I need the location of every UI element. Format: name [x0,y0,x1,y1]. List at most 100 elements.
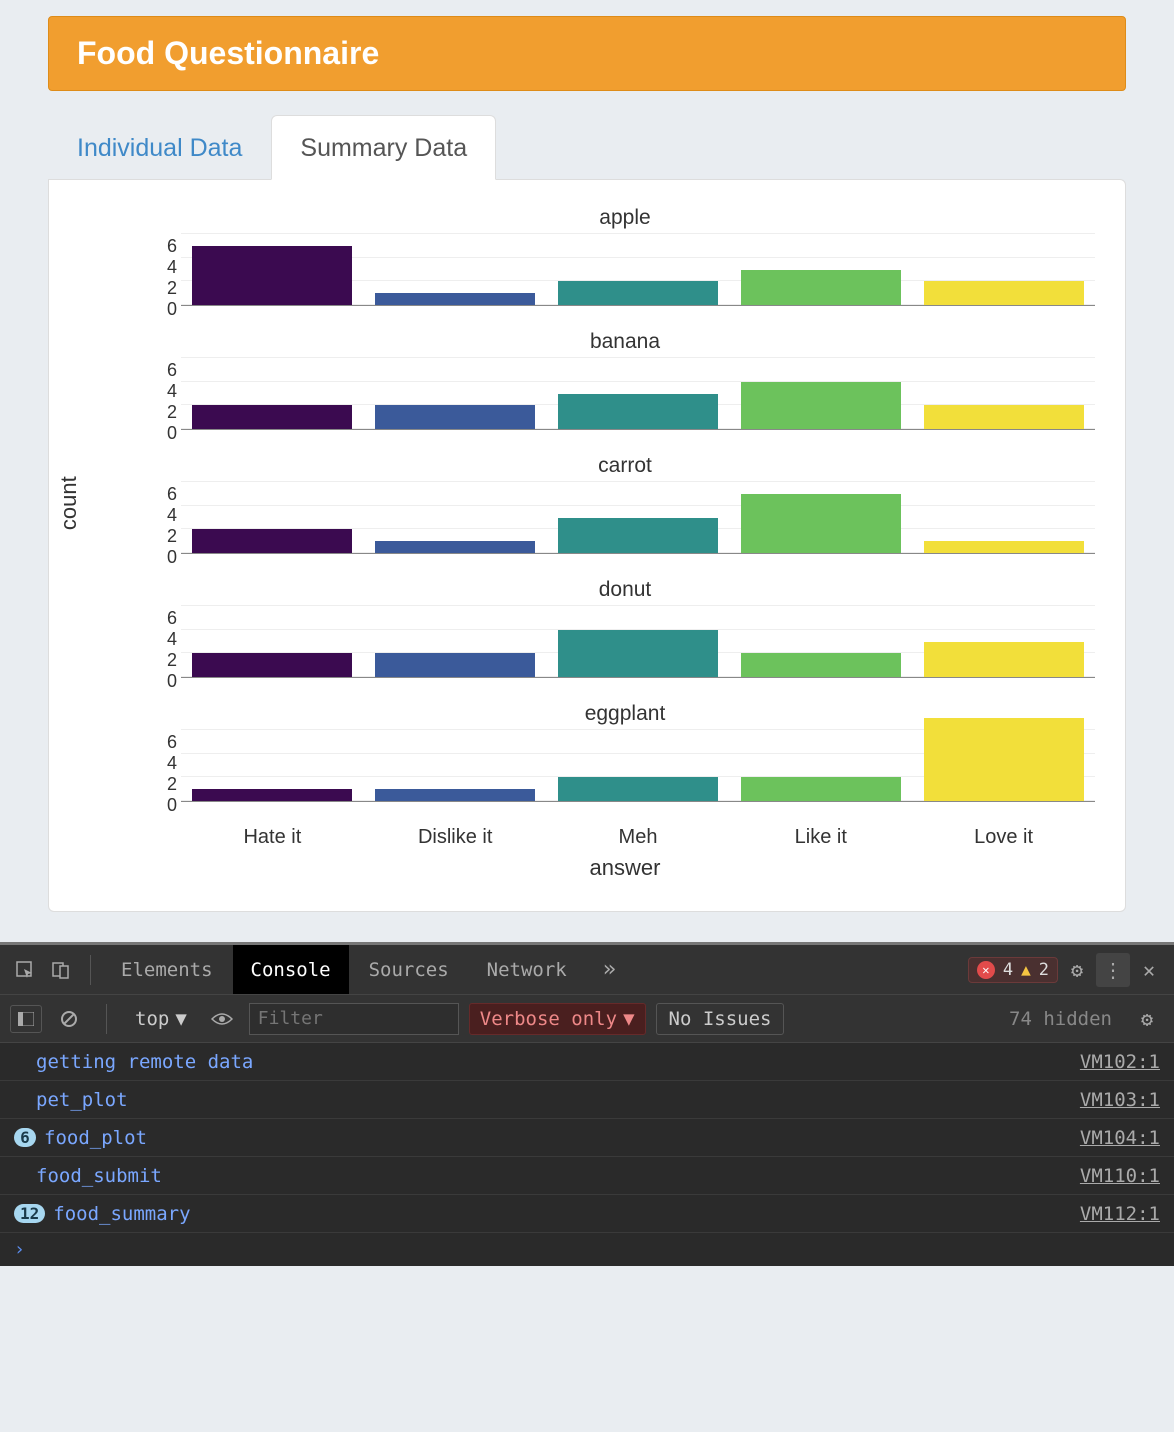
chart-facet: eggplant6420 [155,702,1095,818]
divider [106,1004,107,1034]
devtools-tab-elements[interactable]: Elements [103,945,231,994]
log-message: food_submit [36,1165,162,1187]
gear-icon[interactable]: ⚙ [1060,953,1094,987]
log-message: getting remote data [36,1051,253,1073]
repeat-count-badge: 6 [14,1128,36,1147]
bar [924,718,1084,801]
log-level-selector[interactable]: Verbose only▼ [469,1003,646,1035]
sidebar-toggle-icon[interactable] [10,1005,42,1033]
bar [924,405,1084,429]
plot-area [181,482,1095,554]
error-icon: ✕ [977,961,995,979]
console-row[interactable]: getting remote data VM102:1 [0,1043,1174,1081]
chart-facet: apple 6420 [155,206,1095,322]
inspect-icon[interactable] [8,953,42,987]
bar [375,405,535,429]
tab-label: Summary Data [300,134,467,162]
source-link[interactable]: VM110:1 [1080,1165,1160,1187]
log-message: food_plot [44,1127,147,1149]
x-tick: Love it [912,826,1095,849]
x-tick: Dislike it [364,826,547,849]
bar [741,270,901,306]
filter-input[interactable] [249,1003,459,1035]
tab-panel-summary: count apple 6420 banana 6420 carrot 6420 donut… [48,179,1126,912]
more-tabs-icon[interactable]: » [587,957,632,982]
context-selector[interactable]: top▼ [127,1005,195,1033]
facet-title: donut [155,578,1095,602]
x-tick: Meh [547,826,730,849]
y-ticks: 6420 [155,234,181,322]
source-link[interactable]: VM112:1 [1080,1203,1160,1225]
plot-area [181,730,1095,802]
bar [558,281,718,305]
bar [741,382,901,429]
console-row[interactable]: 6 food_plot VM104:1 [0,1119,1174,1157]
x-axis: Hate itDislike itMehLike itLove it [181,826,1095,849]
gear-icon[interactable]: ⚙ [1130,1002,1164,1036]
issues-button[interactable]: No Issues [656,1003,785,1035]
error-count: 4 [1003,960,1013,980]
tab-summary-data[interactable]: Summary Data [271,115,496,180]
console-toolbar: top▼ Verbose only▼ No Issues 74 hidden ⚙ [0,995,1174,1043]
bar [192,789,352,801]
clear-console-icon[interactable] [52,1002,86,1036]
bar [192,653,352,677]
facet-title: carrot [155,454,1095,478]
warning-count: 2 [1039,960,1049,980]
x-axis-label: answer [155,855,1095,881]
warning-icon: ▲ [1021,960,1031,979]
bar [558,518,718,554]
bar [375,789,535,801]
bar [558,777,718,801]
chart-facet: banana 6420 [155,330,1095,446]
hidden-count[interactable]: 74 hidden [1001,1008,1120,1030]
log-message: food_summary [53,1203,190,1225]
bar [192,529,352,553]
page-title-banner: Food Questionnaire [48,16,1126,91]
source-link[interactable]: VM102:1 [1080,1051,1160,1073]
devtools-panel: Elements Console Sources Network » ✕ 4 ▲ 2… [0,942,1174,1266]
console-row[interactable]: food_submit VM110:1 [0,1157,1174,1195]
bar [924,642,1084,678]
devtools-tab-console[interactable]: Console [233,945,349,994]
y-axis-label: count [56,476,82,530]
bar [924,541,1084,553]
tab-individual-data[interactable]: Individual Data [48,115,271,180]
devtools-tab-sources[interactable]: Sources [351,945,467,994]
bar [741,777,901,801]
chevron-down-icon: ▼ [175,1008,186,1030]
tab-label: Individual Data [77,134,242,162]
kebab-menu-icon[interactable]: ⋮ [1096,953,1130,987]
plot-area [181,606,1095,678]
bar [558,630,718,677]
bar [375,293,535,305]
facet-title: apple [155,206,1095,230]
bar [375,653,535,677]
bar [375,541,535,553]
faceted-bar-chart: count apple6420banana6420carrot6420donut… [79,206,1095,881]
error-warning-badges[interactable]: ✕ 4 ▲ 2 [968,957,1058,983]
facet-title: banana [155,330,1095,354]
x-tick: Like it [729,826,912,849]
bar [741,653,901,677]
console-output: getting remote data VM102:1 pet_plot VM103:… [0,1043,1174,1233]
console-row[interactable]: pet_plot VM103:1 [0,1081,1174,1119]
chart-facet: donut6420 [155,578,1095,694]
source-link[interactable]: VM103:1 [1080,1089,1160,1111]
bar [558,394,718,430]
bar [741,494,901,553]
page-title: Food Questionnaire [77,35,379,71]
bar [192,246,352,305]
y-ticks: 6420 [155,482,181,570]
devtools-tab-network[interactable]: Network [469,945,585,994]
device-toggle-icon[interactable] [44,953,78,987]
log-message: pet_plot [36,1089,128,1111]
close-icon[interactable]: ✕ [1132,953,1166,987]
source-link[interactable]: VM104:1 [1080,1127,1160,1149]
y-ticks: 6420 [155,358,181,446]
eye-icon[interactable] [205,1002,239,1036]
plot-area [181,234,1095,306]
bar [924,281,1084,305]
console-prompt[interactable]: › [0,1233,1174,1266]
console-row[interactable]: 12food_summaryVM112:1 [0,1195,1174,1233]
